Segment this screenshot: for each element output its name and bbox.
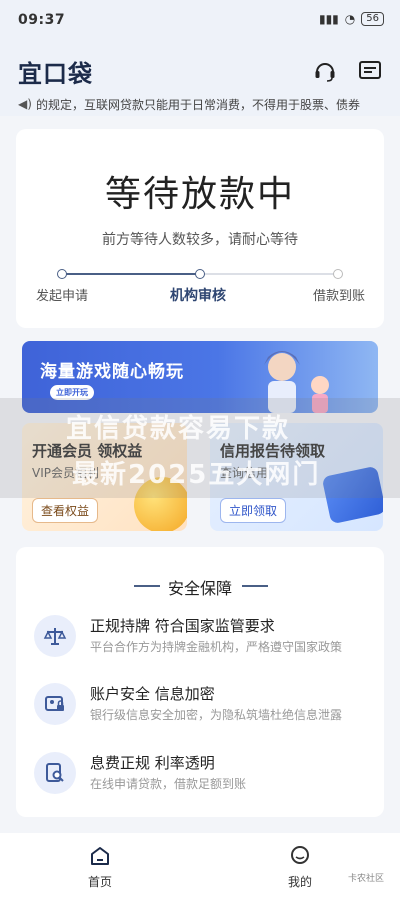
step-dot-review <box>195 269 205 279</box>
signal-icon: ▮▮▮ <box>318 12 339 26</box>
security-item: 正规持牌 符合国家监管要求 平台合作方为持牌金融机构，严格遵守国家政策 <box>16 613 384 673</box>
security-item-desc: 银行级信息安全加密，为隐私筑墙杜绝信息泄露 <box>90 708 343 722</box>
app-logo: 宜口袋 <box>18 60 93 88</box>
notice-bar[interactable]: ◀) 的规定，互联网贷款只能用于日常消费，不得用于股票、债券 <box>0 92 400 116</box>
status-icons: ▮▮▮ ◔ 56 <box>319 12 384 26</box>
bottom-tab-bar: 首页 我的 卡农社区 <box>0 833 400 903</box>
watermark-line-1: 宜信贷款容易下款 <box>66 414 291 444</box>
security-item-desc: 平台合作方为持牌金融机构，严格遵守国家政策 <box>90 640 343 654</box>
app-header: 宜口袋 <box>0 44 400 98</box>
speaker-icon: ◀) <box>18 97 32 111</box>
heading-decoration-right <box>242 585 268 587</box>
document-search-icon <box>34 752 76 794</box>
loan-status-card: 等待放款中 前方等待人数较多，请耐心等待 发起申请 机构审核 借款到账 <box>16 129 384 328</box>
home-icon <box>91 847 109 865</box>
tab-mine-label: 我的 <box>287 875 312 889</box>
status-time: 09:37 <box>18 12 66 28</box>
security-item-title: 账户安全 信息加密 <box>90 685 215 703</box>
status-bar: 09:37 ▮▮▮ ◔ 56 <box>0 0 400 44</box>
security-card: 安全保障 正规持牌 符合国家监管要求 平台合作方为持牌金融机构，严格遵守国家政策… <box>16 547 384 817</box>
progress-line-done <box>62 273 200 275</box>
step-label-apply: 发起申请 <box>36 289 89 304</box>
security-item: 息费正规 利率透明 在线申请贷款，借款足额到账 <box>16 750 384 810</box>
tab-home[interactable]: 首页 <box>70 845 130 890</box>
step-label-review: 机构审核 <box>170 288 226 304</box>
tab-home-label: 首页 <box>87 875 112 889</box>
game-banner-title: 海量游戏随心畅玩 <box>40 362 184 382</box>
community-watermark: 卡农社区 <box>347 874 384 884</box>
security-item-title: 息费正规 利率透明 <box>90 754 215 772</box>
step-dot-arrival <box>333 269 343 279</box>
watermark-overlay: 宜信贷款容易下款 最新2025五大网门 <box>0 398 400 498</box>
tab-mine[interactable]: 我的 <box>270 845 330 890</box>
battery-icon: 56 <box>361 12 384 26</box>
message-icon[interactable] <box>357 58 383 84</box>
security-item: 账户安全 信息加密 银行级信息安全加密，为隐私筑墙杜绝信息泄露 <box>16 681 384 741</box>
wifi-icon: ◔ <box>344 12 356 26</box>
profile-icon <box>291 846 309 864</box>
security-item-title: 正规持牌 符合国家监管要求 <box>90 617 275 635</box>
scale-icon <box>34 615 76 657</box>
security-item-desc: 在线申请贷款，借款足额到账 <box>90 777 247 791</box>
step-dot-apply <box>57 269 67 279</box>
claim-now-button[interactable]: 立即领取 <box>220 498 287 523</box>
watermark-line-2: 最新2025五大网门 <box>72 460 321 490</box>
account-lock-icon <box>34 683 76 725</box>
step-label-arrival: 借款到账 <box>313 289 366 304</box>
status-subtitle: 前方等待人数较多，请耐心等待 <box>102 232 298 248</box>
customer-service-icon[interactable] <box>312 58 338 84</box>
view-benefits-button[interactable]: 查看权益 <box>32 498 99 523</box>
progress-line-pending <box>200 273 338 275</box>
status-title: 等待放款中 <box>104 174 295 215</box>
security-heading: 安全保障 <box>167 579 232 598</box>
notice-text: 的规定，互联网贷款只能用于日常消费，不得用于股票、债券 <box>36 98 361 112</box>
